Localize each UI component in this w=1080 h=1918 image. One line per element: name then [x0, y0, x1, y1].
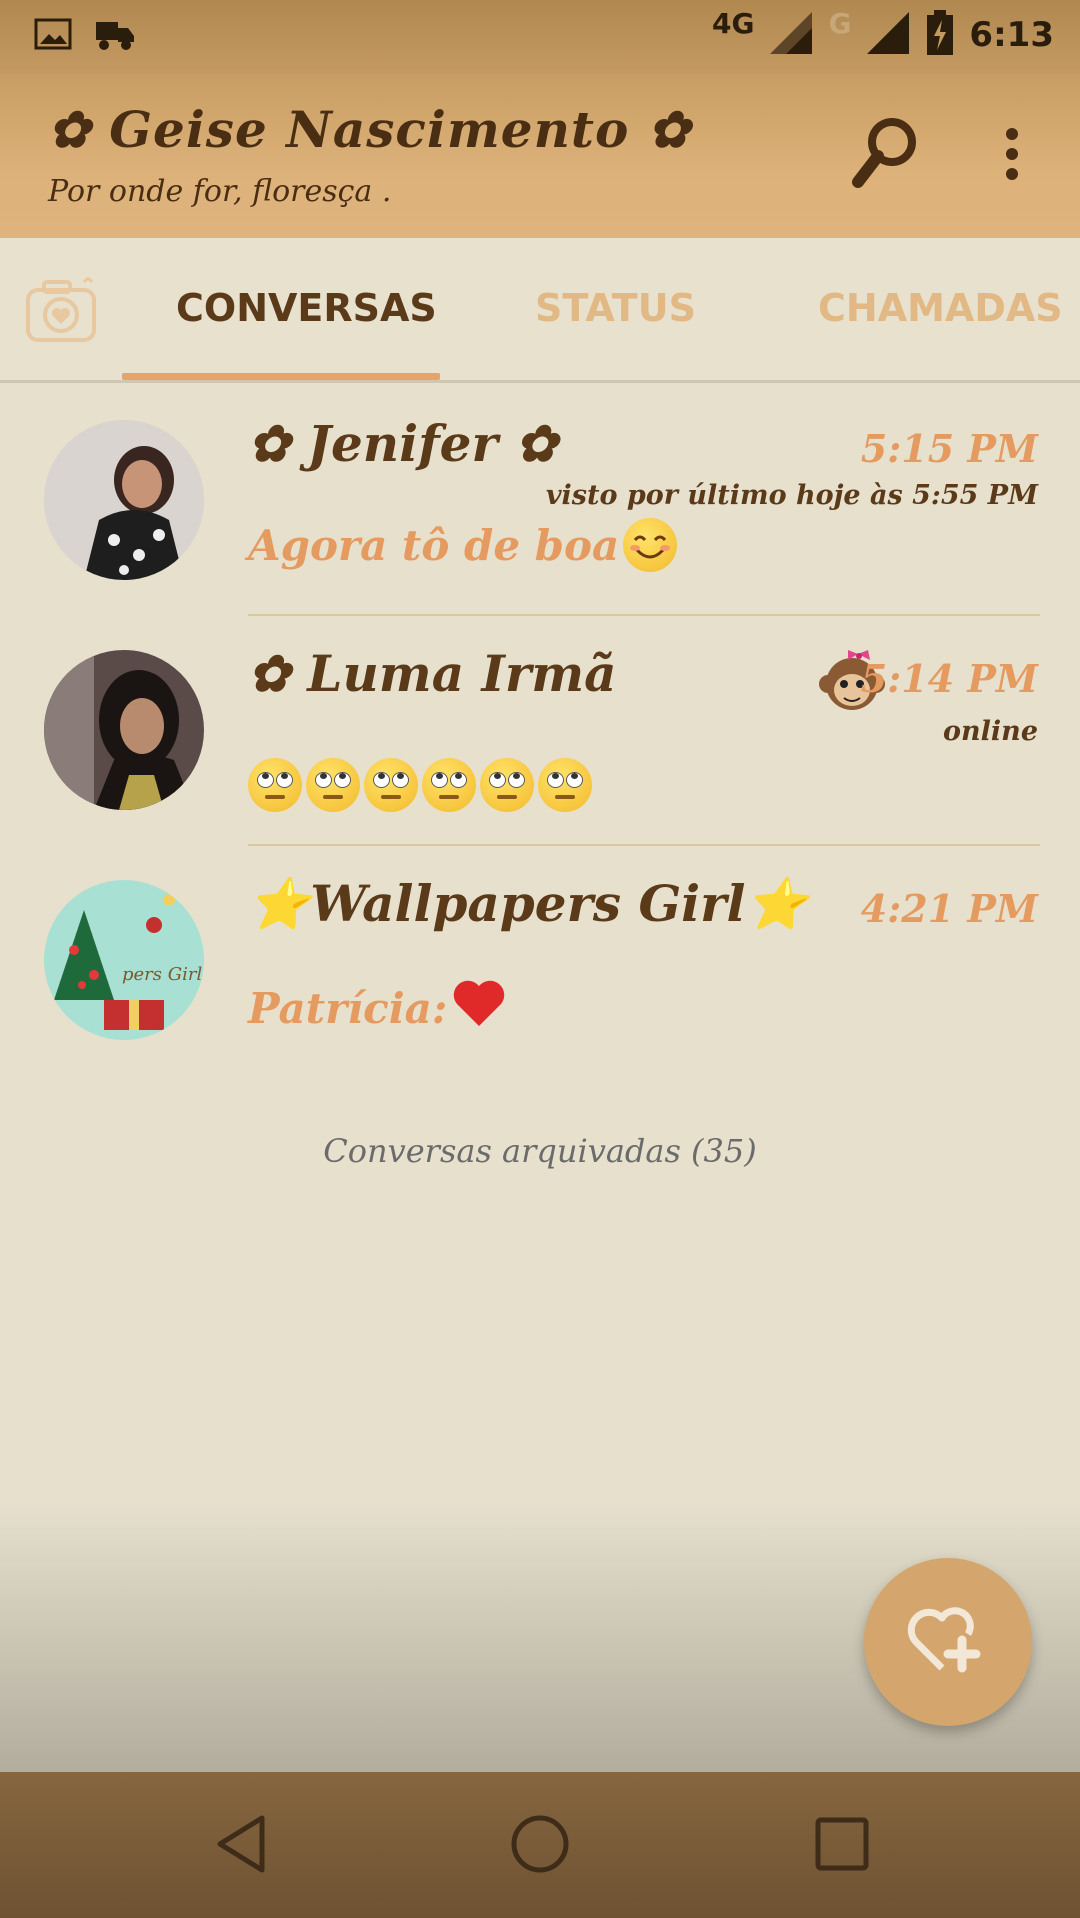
tab-indicator [122, 373, 440, 380]
chat-row[interactable]: pers Girl ⭐Wallpapers Girl⭐ 4:21 PM Patr… [0, 860, 1080, 1088]
divider [248, 614, 1040, 616]
avatar[interactable]: pers Girl [44, 880, 204, 1040]
avatar[interactable] [44, 650, 204, 810]
tab-chamadas[interactable]: CHAMADAS [818, 286, 1063, 330]
battery-charging-icon [925, 10, 955, 60]
tab-bar: CONVERSAS STATUS CHAMADAS [0, 238, 1080, 383]
home-icon[interactable] [508, 1812, 572, 1880]
chat-last-message: Agora tô de boa [248, 518, 678, 572]
chat-name: ✿ Jenifer ✿ [248, 414, 558, 473]
clock: 6:13 [969, 15, 1054, 55]
chat-name: ✿ Luma Irmã [248, 644, 617, 703]
image-icon [34, 18, 72, 54]
new-chat-button[interactable] [864, 1558, 1032, 1726]
online-status: online [943, 716, 1038, 747]
back-icon[interactable] [212, 1812, 270, 1880]
page-title: ✿ Geise Nascimento ✿ [48, 100, 691, 159]
chat-time: 5:14 PM [860, 656, 1038, 701]
divider [248, 844, 1040, 846]
status-bar: 4G G 6:13 [0, 0, 1080, 74]
chat-last-message: Patrícia: [248, 978, 507, 1038]
tab-conversas[interactable]: CONVERSAS [176, 286, 437, 330]
avatar[interactable] [44, 420, 204, 580]
camera-heart-icon[interactable] [24, 274, 100, 350]
chat-time: 4:21 PM [860, 886, 1038, 931]
app-bar: ✿ Geise Nascimento ✿ Por onde for, flore… [0, 74, 1080, 238]
tab-status[interactable]: STATUS [535, 286, 696, 330]
eye-roll-emoji [422, 758, 476, 812]
last-seen-status: visto por último hoje às 5:55 PM [545, 480, 1038, 511]
archived-chats-link[interactable]: Conversas arquivadas (35) [0, 1132, 1080, 1170]
heart-plus-icon [906, 1604, 990, 1680]
eye-roll-emoji [306, 758, 360, 812]
navigation-bar [0, 1772, 1080, 1918]
svg-text:pers Girl: pers Girl [122, 964, 202, 985]
eye-roll-emoji [364, 758, 418, 812]
chat-last-message [248, 758, 592, 812]
chat-row[interactable]: ✿ Luma Irmã 5:14 PM online [0, 630, 1080, 858]
network-type-primary: 4G [711, 6, 755, 40]
chat-row[interactable]: ✿ Jenifer ✿ 5:15 PM visto por último hoj… [0, 400, 1080, 628]
page-subtitle: Por onde for, floresça . [48, 174, 392, 209]
eye-roll-emoji [248, 758, 302, 812]
chat-message-text: Patrícia: [248, 983, 448, 1033]
truck-icon [94, 16, 138, 56]
signal-icon [865, 10, 911, 60]
chat-name: ⭐Wallpapers Girl⭐ [248, 874, 808, 933]
eye-roll-emoji [538, 758, 592, 812]
red-heart-emoji [451, 978, 507, 1038]
signal-icon [768, 10, 814, 60]
network-type-secondary: G [828, 6, 852, 40]
chat-message-text: Agora tô de boa [248, 520, 620, 570]
eye-roll-emoji [480, 758, 534, 812]
smiling-face-emoji [623, 518, 678, 572]
recents-icon[interactable] [812, 1812, 872, 1880]
more-vert-icon[interactable] [1000, 126, 1024, 186]
chat-time: 5:15 PM [860, 426, 1038, 471]
search-icon[interactable] [850, 114, 920, 198]
